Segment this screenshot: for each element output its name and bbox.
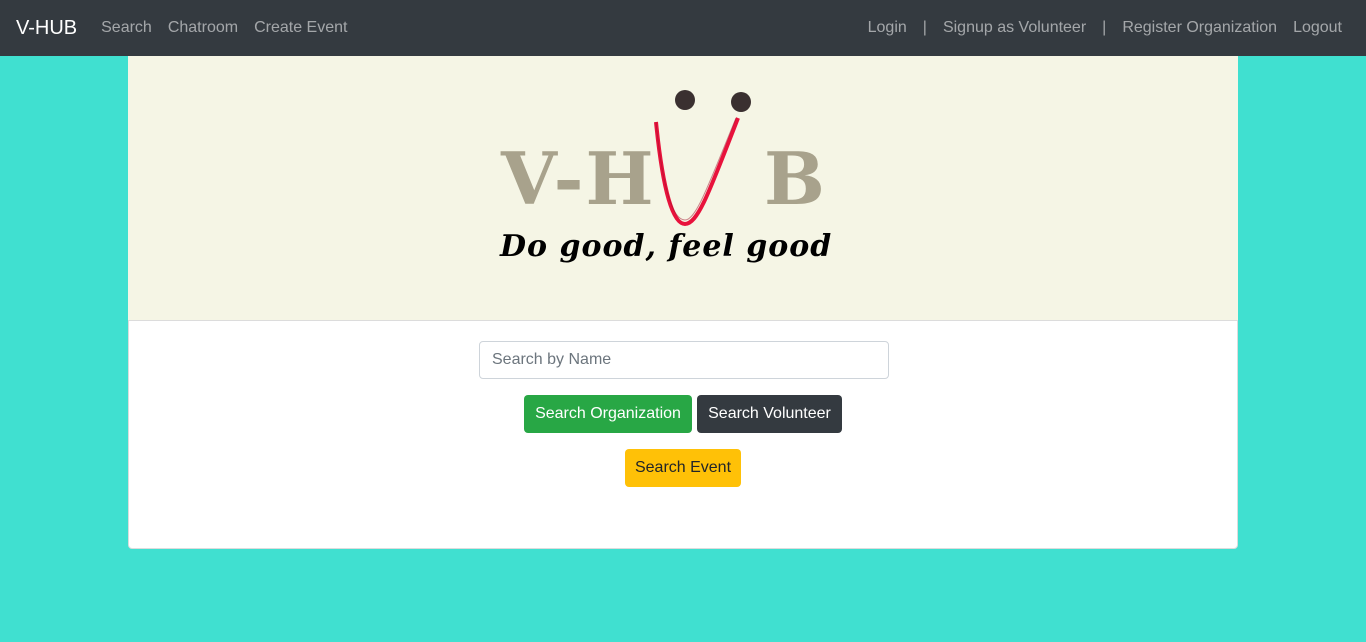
smile-u-shadow xyxy=(655,117,737,221)
search-event-button[interactable]: Search Event xyxy=(625,449,741,487)
logo-text-left: V-H xyxy=(500,136,656,221)
logo-text-right: B xyxy=(764,136,825,221)
search-input[interactable] xyxy=(479,341,889,379)
search-volunteer-button[interactable]: Search Volunteer xyxy=(697,395,842,433)
nav-separator: | xyxy=(922,19,927,36)
search-card: Search Organization Search Volunteer Sea… xyxy=(128,320,1238,549)
brand-link[interactable]: V-HUB xyxy=(16,0,77,56)
logo-tagline: Do good, feel good xyxy=(499,229,832,264)
nav-right-links: Login | Signup as Volunteer | Register O… xyxy=(860,19,1350,37)
right-eye-dot xyxy=(731,92,751,112)
search-organization-button[interactable]: Search Organization xyxy=(524,395,692,433)
hero-banner: V-H B Do good, feel good xyxy=(128,56,1238,320)
nav-left-links: Search Chatroom Create Event xyxy=(93,19,355,37)
nav-separator: | xyxy=(1102,19,1107,36)
nav-create-event-link[interactable]: Create Event xyxy=(246,19,355,37)
nav-signup-link[interactable]: Signup as Volunteer xyxy=(935,19,1094,37)
top-navbar: V-HUB Search Chatroom Create Event Login… xyxy=(0,0,1366,56)
nav-logout-link[interactable]: Logout xyxy=(1285,19,1350,37)
nav-search-link[interactable]: Search xyxy=(93,19,160,37)
nav-register-link[interactable]: Register Organization xyxy=(1114,19,1285,37)
left-eye-dot xyxy=(675,90,695,110)
nav-login-link[interactable]: Login xyxy=(860,19,915,37)
vhub-logo: V-H B Do good, feel good xyxy=(499,90,832,264)
nav-chatroom-link[interactable]: Chatroom xyxy=(160,19,246,37)
